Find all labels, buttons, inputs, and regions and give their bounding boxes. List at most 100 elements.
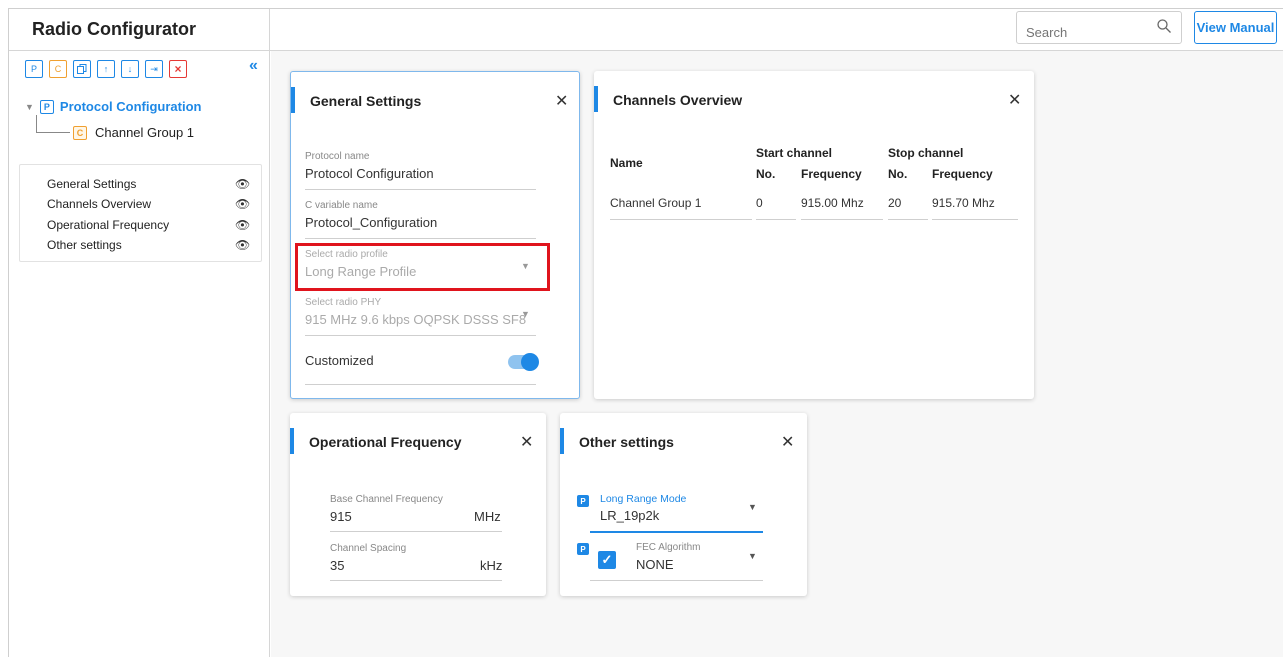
protocol-param-badge-icon: P xyxy=(577,543,589,555)
toggle-knob xyxy=(521,353,539,371)
tree-item-label: Protocol Configuration xyxy=(59,99,202,114)
copy-button[interactable] xyxy=(73,60,91,78)
field-underline xyxy=(330,580,502,581)
protocol-name-field[interactable]: Protocol Configuration xyxy=(305,166,434,181)
field-underline xyxy=(305,238,536,239)
field-underline xyxy=(305,335,536,336)
fec-algorithm-value: NONE xyxy=(636,557,674,572)
tree-toolbar: P C ↑ ↓ ⇥ × xyxy=(25,60,187,78)
channel-spacing-input[interactable]: 35 xyxy=(330,558,344,573)
field-underline xyxy=(590,580,763,581)
visibility-item-general-settings[interactable]: General Settings xyxy=(47,177,136,191)
tree-item-label: Channel Group 1 xyxy=(95,125,195,140)
customized-toggle[interactable] xyxy=(508,353,539,371)
eye-icon[interactable]: 👁 xyxy=(235,197,250,211)
column-header-stop-no: No. xyxy=(888,167,908,181)
search-icon[interactable] xyxy=(1157,19,1171,33)
arrow-up-icon: ↑ xyxy=(103,64,109,74)
column-header-stop-channel: Stop channel xyxy=(888,146,964,160)
delete-icon: × xyxy=(174,62,182,76)
move-up-button[interactable]: ↑ xyxy=(97,60,115,78)
cell-underline xyxy=(932,219,1018,220)
protocol-name-label: Protocol name xyxy=(305,151,370,162)
channel-spacing-unit: kHz xyxy=(480,558,503,573)
close-icon[interactable]: ✕ xyxy=(781,432,794,452)
collapse-sidebar-icon[interactable]: « xyxy=(249,57,258,75)
move-down-button[interactable]: ↓ xyxy=(121,60,139,78)
cell-name: Channel Group 1 xyxy=(610,196,702,210)
base-frequency-unit: MHz xyxy=(474,509,501,524)
card-title: Channels Overview xyxy=(613,92,743,108)
cell-underline xyxy=(801,219,883,220)
long-range-mode-value: LR_19p2k xyxy=(600,508,660,523)
field-underline xyxy=(305,189,536,190)
field-underline xyxy=(330,531,502,532)
topbar: View Manual xyxy=(270,9,1283,51)
tree-item-channel-group[interactable]: C Channel Group 1 xyxy=(73,125,194,140)
caret-down-icon[interactable]: ▼ xyxy=(25,102,34,112)
app-title: Radio Configurator xyxy=(9,9,269,51)
card-accent xyxy=(291,87,295,113)
fec-algorithm-label: FEC Algorithm xyxy=(636,542,701,553)
radio-phy-value: 915 MHz 9.6 kbps OQPSK DSSS SF8 xyxy=(305,312,527,327)
base-frequency-label: Base Channel Frequency xyxy=(330,494,443,505)
base-frequency-input[interactable]: 915 xyxy=(330,509,352,524)
cell-stop-no: 20 xyxy=(888,196,902,210)
cell-underline xyxy=(888,219,928,220)
radio-phy-label: Select radio PHY xyxy=(305,297,382,308)
highlight-box xyxy=(295,243,550,291)
protocol-param-badge-icon: P xyxy=(577,495,589,507)
cell-underline xyxy=(610,219,752,220)
visibility-item-operational-frequency[interactable]: Operational Frequency xyxy=(47,218,169,232)
cell-start-frequency: 915.00 Mhz xyxy=(801,196,864,210)
column-header-start-frequency: Frequency xyxy=(801,167,862,181)
eye-icon[interactable]: 👁 xyxy=(235,218,250,232)
card-accent xyxy=(290,428,294,454)
card-title: Operational Frequency xyxy=(309,434,462,450)
protocol-badge-icon: P xyxy=(39,99,54,114)
config-tree: ▼ P Protocol Configuration C Channel Gro… xyxy=(25,99,201,140)
field-underline-active xyxy=(590,531,763,533)
delete-button[interactable]: × xyxy=(169,60,187,78)
customized-label: Customized xyxy=(305,353,374,368)
arrow-down-icon: ↓ xyxy=(127,64,133,74)
close-icon[interactable]: ✕ xyxy=(520,432,533,452)
other-settings-card: Other settings ✕ P Long Range Mode LR_19… xyxy=(560,413,807,596)
protocol-icon: P xyxy=(30,64,37,74)
card-title: General Settings xyxy=(310,93,422,109)
close-icon[interactable]: ✕ xyxy=(1008,90,1021,110)
card-accent xyxy=(594,86,598,112)
add-channel-group-button[interactable]: C xyxy=(49,60,67,78)
c-variable-label: C variable name xyxy=(305,200,378,211)
import-icon: ⇥ xyxy=(150,63,158,74)
cell-stop-frequency: 915.70 Mhz xyxy=(932,196,995,210)
copy-icon xyxy=(77,64,87,74)
field-underline xyxy=(305,384,536,385)
add-protocol-button[interactable]: P xyxy=(25,60,43,78)
column-header-name: Name xyxy=(610,156,643,170)
sidebar: Radio Configurator P C ↑ ↓ ⇥ × « ▼ P Pro… xyxy=(9,9,270,657)
cell-start-no: 0 xyxy=(756,196,763,210)
view-manual-button[interactable]: View Manual xyxy=(1194,11,1277,44)
fec-enable-checkbox[interactable]: ✓ xyxy=(598,551,616,569)
visibility-item-channels-overview[interactable]: Channels Overview xyxy=(47,197,151,211)
eye-icon[interactable]: 👁 xyxy=(235,238,250,252)
channel-group-icon: C xyxy=(54,64,62,74)
eye-icon[interactable]: 👁 xyxy=(235,177,250,191)
tree-item-protocol[interactable]: ▼ P Protocol Configuration xyxy=(25,99,201,114)
c-variable-field[interactable]: Protocol_Configuration xyxy=(305,215,437,230)
long-range-mode-label: Long Range Mode xyxy=(600,493,687,505)
import-button[interactable]: ⇥ xyxy=(145,60,163,78)
chevron-down-icon[interactable]: ▼ xyxy=(521,309,530,319)
general-settings-card: General Settings ✕ Protocol name Protoco… xyxy=(290,71,580,399)
channel-group-badge-icon: C xyxy=(73,125,87,140)
card-accent xyxy=(560,428,564,454)
chevron-down-icon[interactable]: ▼ xyxy=(748,502,757,512)
card-visibility-panel: General Settings 👁 Channels Overview 👁 O… xyxy=(19,164,262,262)
card-title: Other settings xyxy=(579,434,674,450)
column-header-start-no: No. xyxy=(756,167,776,181)
visibility-item-other-settings[interactable]: Other settings xyxy=(47,238,122,252)
cell-underline xyxy=(756,219,796,220)
chevron-down-icon[interactable]: ▼ xyxy=(748,551,757,561)
close-icon[interactable]: ✕ xyxy=(555,91,568,111)
